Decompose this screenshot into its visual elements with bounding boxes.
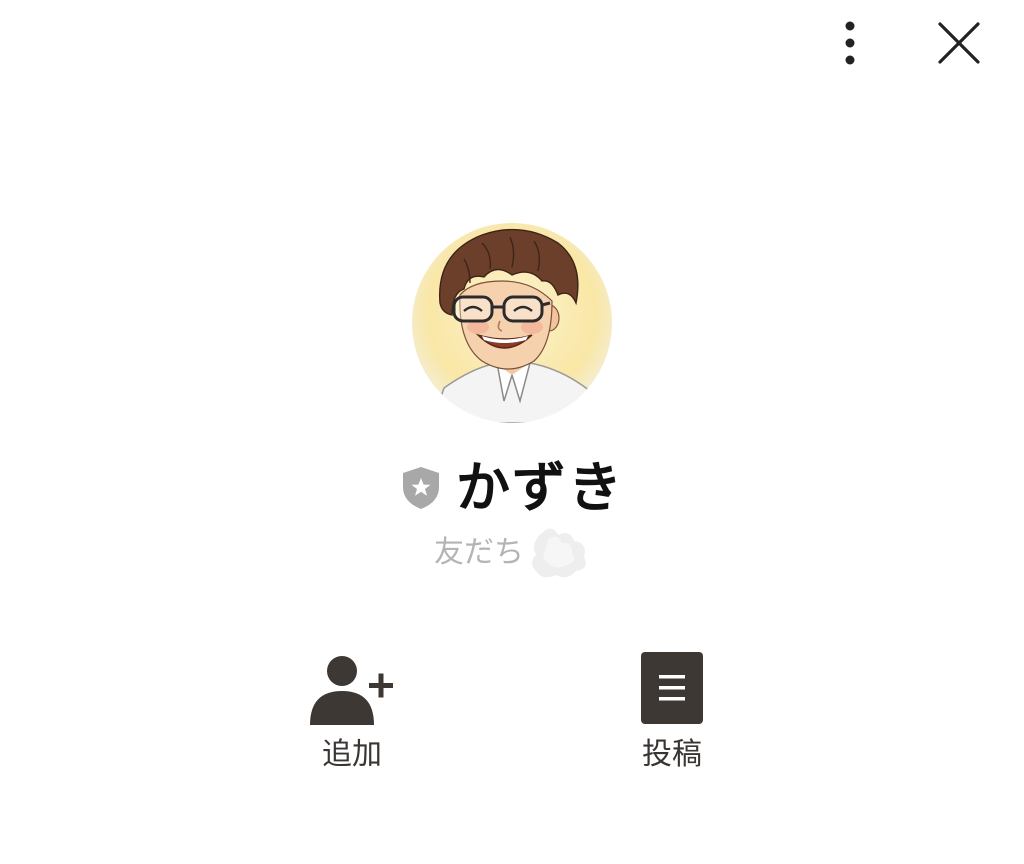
add-friend-label: 追加 [322,737,382,772]
post-button[interactable]: 投稿 [602,648,742,788]
profile-name: かずき [456,456,624,519]
profile-screen: かずき 友だち 追加 投稿 [0,0,1024,864]
close-button[interactable] [934,18,984,68]
shield-star-icon [403,467,439,509]
avatar-illustration [412,223,612,423]
add-friend-icon [310,656,393,725]
scribble-blob-icon [532,528,586,578]
post-icon [641,652,703,724]
add-friend-button[interactable]: 追加 [282,648,422,788]
friend-status-label: 友だち [434,535,524,570]
profile-name-row: かずき [0,452,1024,524]
close-icon [938,22,980,64]
profile-status-row: 友だち [0,528,1024,578]
more-options-button[interactable] [825,18,875,68]
post-label: 投稿 [642,737,702,772]
profile-avatar[interactable] [412,223,612,423]
more-vertical-icon [845,21,855,65]
